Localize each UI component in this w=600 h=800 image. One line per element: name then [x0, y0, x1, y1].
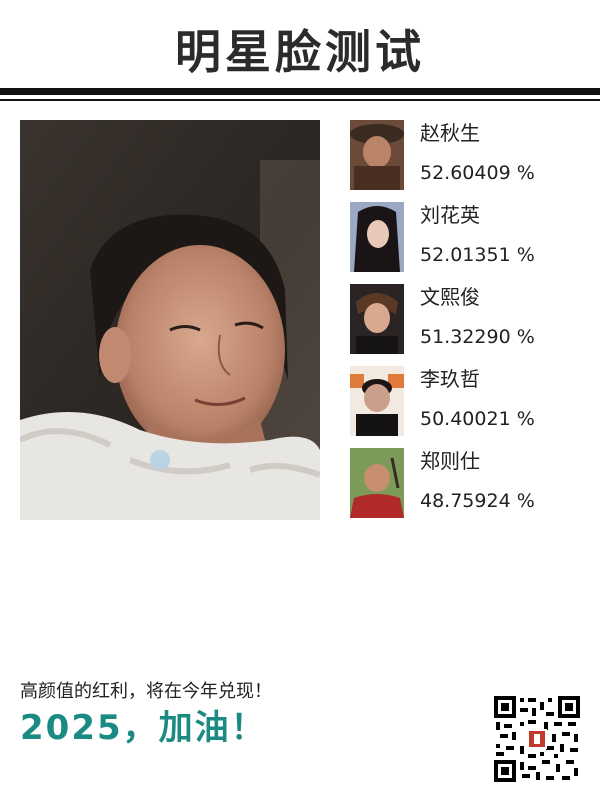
match-item: 刘花英 52.01351 %	[350, 202, 590, 274]
celebrity-thumbnail-icon	[350, 202, 404, 272]
match-score: 50.40021 %	[420, 408, 535, 430]
match-score: 52.01351 %	[420, 244, 535, 266]
title-rule-thick	[0, 88, 600, 95]
match-name: 郑则仕	[420, 449, 480, 473]
page-title: 明星脸测试	[175, 25, 425, 79]
match-name: 赵秋生	[420, 121, 480, 145]
celebrity-thumbnail-icon	[350, 120, 404, 190]
match-score: 51.32290 %	[420, 326, 535, 348]
match-name: 刘花英	[420, 203, 480, 227]
match-item: 文熙俊 51.32290 %	[350, 284, 590, 356]
match-name: 文熙俊	[420, 285, 480, 309]
slogan-text: 高颜值的红利，将在今年兑现！	[20, 681, 272, 702]
celebrity-thumbnail-icon	[350, 448, 404, 518]
match-item: 赵秋生 52.60409 %	[350, 120, 590, 192]
cheer-text: 2025，加油！	[20, 708, 267, 748]
match-item: 郑则仕 48.75924 %	[350, 448, 590, 520]
celebrity-thumbnail-icon	[350, 284, 404, 354]
match-item: 李玖哲 50.40021 %	[350, 366, 590, 438]
match-name: 李玖哲	[420, 367, 480, 391]
user-photo	[20, 120, 320, 520]
celebrity-thumbnail-icon	[350, 366, 404, 436]
match-score: 48.75924 %	[420, 490, 535, 512]
match-score: 52.60409 %	[420, 162, 535, 184]
title-rule-thin	[0, 99, 600, 101]
user-face-photo	[20, 120, 320, 520]
qr-code-icon[interactable]	[492, 694, 582, 784]
